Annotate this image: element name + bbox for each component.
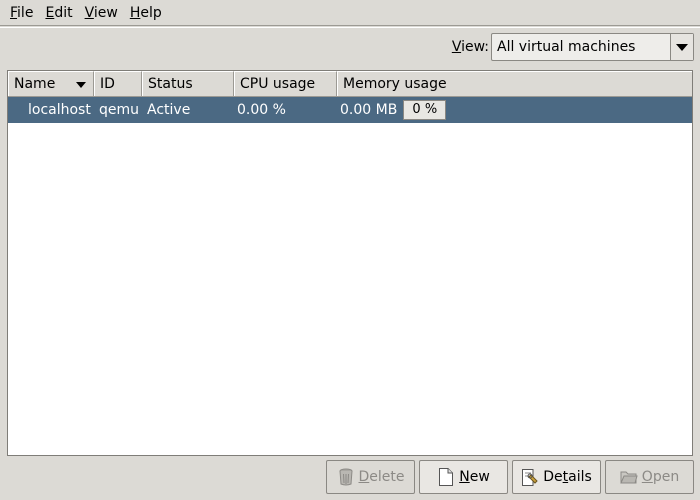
vm-cpu-usage: 0.00 % — [237, 102, 286, 118]
view-filter-combo[interactable]: All virtual machines — [491, 33, 694, 61]
new-button-label: New — [459, 469, 490, 485]
details-button-label: Details — [543, 469, 592, 485]
delete-button-label: Delete — [358, 469, 405, 485]
menu-view-label: iew — [93, 4, 118, 21]
menu-view-mnemonic: V — [84, 4, 94, 21]
column-header-name-label: Name — [14, 76, 56, 92]
open-button-label: Open — [641, 469, 680, 485]
folder-icon — [620, 467, 638, 487]
view-filter-selected: All virtual machines — [492, 34, 671, 60]
vm-id: qemu — [99, 102, 140, 118]
column-header-name[interactable]: Name — [8, 71, 94, 96]
vm-memory-cell: 0.00 MB 0 % — [335, 100, 692, 120]
menu-help-mnemonic: H — [129, 4, 141, 21]
trash-icon — [337, 467, 355, 487]
view-filter-label: View: — [451, 39, 489, 55]
vm-name: localhost — [28, 102, 91, 118]
column-header-memory-label: Memory usage — [343, 75, 447, 92]
document-icon — [437, 467, 455, 487]
menubar-divider — [0, 27, 700, 28]
vm-status: Active — [147, 102, 191, 118]
column-header-cpu-label: CPU usage — [240, 76, 316, 92]
menu-view[interactable]: View — [79, 0, 124, 26]
action-button-bar: Delete New Details Open — [326, 460, 694, 494]
column-header-memory[interactable]: Memory usage — [337, 71, 692, 96]
details-button[interactable]: Details — [512, 460, 601, 494]
sort-descending-icon — [76, 82, 86, 88]
open-button[interactable]: Open — [605, 460, 694, 494]
menu-help-label: elp — [140, 4, 162, 21]
menu-file[interactable]: File — [4, 0, 39, 26]
properties-icon — [521, 467, 539, 487]
vm-row-localhost[interactable]: localhost qemu Active 0.00 % 0.00 MB 0 % — [8, 97, 692, 123]
new-button[interactable]: New — [419, 460, 508, 494]
menu-edit[interactable]: Edit — [39, 0, 78, 26]
column-header-cpu[interactable]: CPU usage — [234, 71, 337, 96]
column-header-status[interactable]: Status — [142, 71, 234, 96]
vm-memory-usage: 0.00 MB — [340, 102, 398, 118]
menu-file-mnemonic: F — [10, 4, 18, 21]
chevron-down-icon — [676, 43, 688, 51]
vm-memory-progress: 0 % — [403, 100, 447, 120]
view-filter-dropdown-button[interactable] — [671, 34, 693, 60]
menu-file-label: ile — [17, 4, 34, 21]
menu-edit-label: dit — [54, 4, 73, 21]
delete-button[interactable]: Delete — [326, 460, 415, 494]
column-header-id[interactable]: ID — [94, 71, 142, 96]
vm-list-header: Name ID Status CPU usage Memory usage — [8, 71, 692, 97]
view-filter-row: View: All virtual machines — [452, 33, 694, 61]
menu-edit-mnemonic: E — [45, 4, 55, 21]
vm-list[interactable]: Name ID Status CPU usage Memory usage lo… — [7, 70, 693, 456]
column-header-id-label: ID — [100, 76, 115, 92]
menu-bar: File Edit View Help — [0, 0, 700, 26]
menu-help[interactable]: Help — [124, 0, 168, 26]
column-header-status-label: Status — [148, 76, 193, 92]
